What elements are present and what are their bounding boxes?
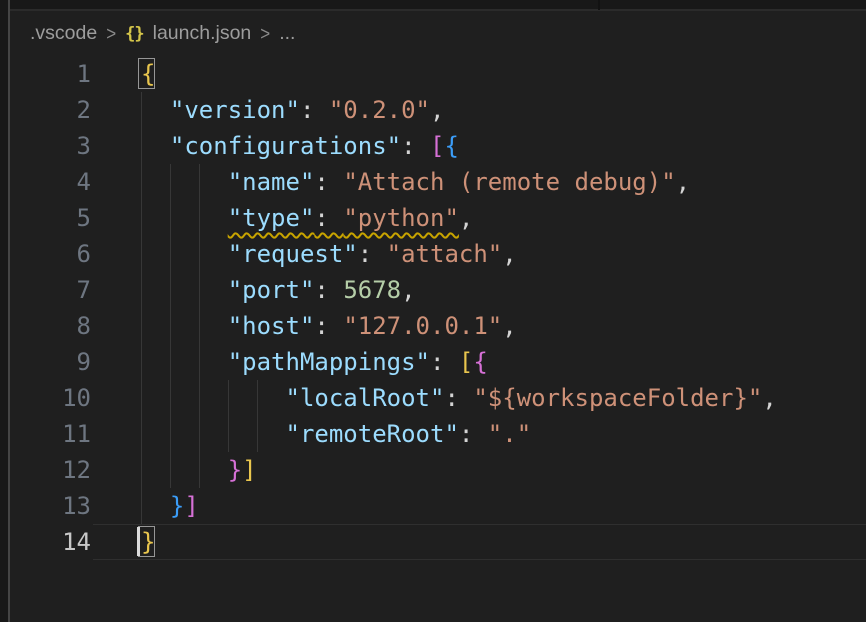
code-line[interactable]: 9 "pathMappings": [{ [10, 344, 866, 380]
code-line[interactable]: 13 }] [10, 488, 866, 524]
breadcrumb-folder[interactable]: .vscode [30, 22, 97, 45]
line-number[interactable]: 5 [10, 200, 91, 236]
line-number[interactable]: 13 [10, 488, 91, 524]
code-line[interactable]: 6 "request": "attach", [10, 236, 866, 272]
line-number[interactable]: 9 [10, 344, 91, 380]
warning-squiggle: "type": "python" [228, 204, 459, 232]
json-braces-icon: {} [125, 24, 143, 44]
sidebar-edge [0, 0, 10, 622]
code-text: "version": "0.2.0", [141, 92, 444, 128]
tab-divider [598, 0, 600, 10]
breadcrumb: .vscode > {} launch.json > ... [10, 11, 866, 56]
code-text: "port": 5678, [141, 272, 416, 308]
line-number[interactable]: 2 [10, 92, 91, 128]
code-line[interactable]: 2 "version": "0.2.0", [10, 92, 866, 128]
code-text: "pathMappings": [{ [141, 344, 488, 380]
vscode-editor-window: .vscode > {} launch.json > ... 1 {2 "vers… [0, 0, 866, 622]
code-text: "type": "python", [141, 200, 473, 236]
code-text: }] [141, 452, 257, 488]
code-text: "request": "attach", [141, 236, 517, 272]
code-text: "localRoot": "${workspaceFolder}", [141, 380, 777, 416]
tab-bar-edge [10, 0, 866, 11]
breadcrumb-symbol-ellipsis[interactable]: ... [279, 22, 295, 45]
code-text: "configurations": [{ [141, 128, 459, 164]
code-area[interactable]: 1{2 "version": "0.2.0",3 "configurations… [10, 56, 866, 622]
code-text: "name": "Attach (remote debug)", [141, 164, 690, 200]
code-text: { [141, 56, 155, 92]
line-number[interactable]: 12 [10, 452, 91, 488]
code-line[interactable]: 4 "name": "Attach (remote debug)", [10, 164, 866, 200]
chevron-right-icon: > [260, 22, 270, 45]
code-text: }] [141, 488, 199, 524]
line-number[interactable]: 7 [10, 272, 91, 308]
line-number[interactable]: 4 [10, 164, 91, 200]
line-number[interactable]: 8 [10, 308, 91, 344]
line-number[interactable]: 1 [10, 56, 91, 92]
code-line[interactable]: 3 "configurations": [{ [10, 128, 866, 164]
code-line[interactable]: 10 "localRoot": "${workspaceFolder}", [10, 380, 866, 416]
code-line[interactable]: 8 "host": "127.0.0.1", [10, 308, 866, 344]
code-line[interactable]: 7 "port": 5678, [10, 272, 866, 308]
code-line[interactable]: 12 }] [10, 452, 866, 488]
line-number[interactable]: 11 [10, 416, 91, 452]
chevron-right-icon: > [106, 22, 116, 45]
code-text: "host": "127.0.0.1", [141, 308, 517, 344]
code-text: "remoteRoot": "." [141, 416, 531, 452]
code-line[interactable]: 5 "type": "python", [10, 200, 866, 236]
line-number[interactable]: 14 [10, 524, 91, 560]
line-number[interactable]: 6 [10, 236, 91, 272]
text-cursor [137, 527, 140, 556]
line-number[interactable]: 10 [10, 380, 91, 416]
line-number[interactable]: 3 [10, 128, 91, 164]
code-text: } [141, 524, 155, 560]
code-line[interactable]: 11 "remoteRoot": "." [10, 416, 866, 452]
breadcrumb-file[interactable]: launch.json [153, 22, 252, 45]
